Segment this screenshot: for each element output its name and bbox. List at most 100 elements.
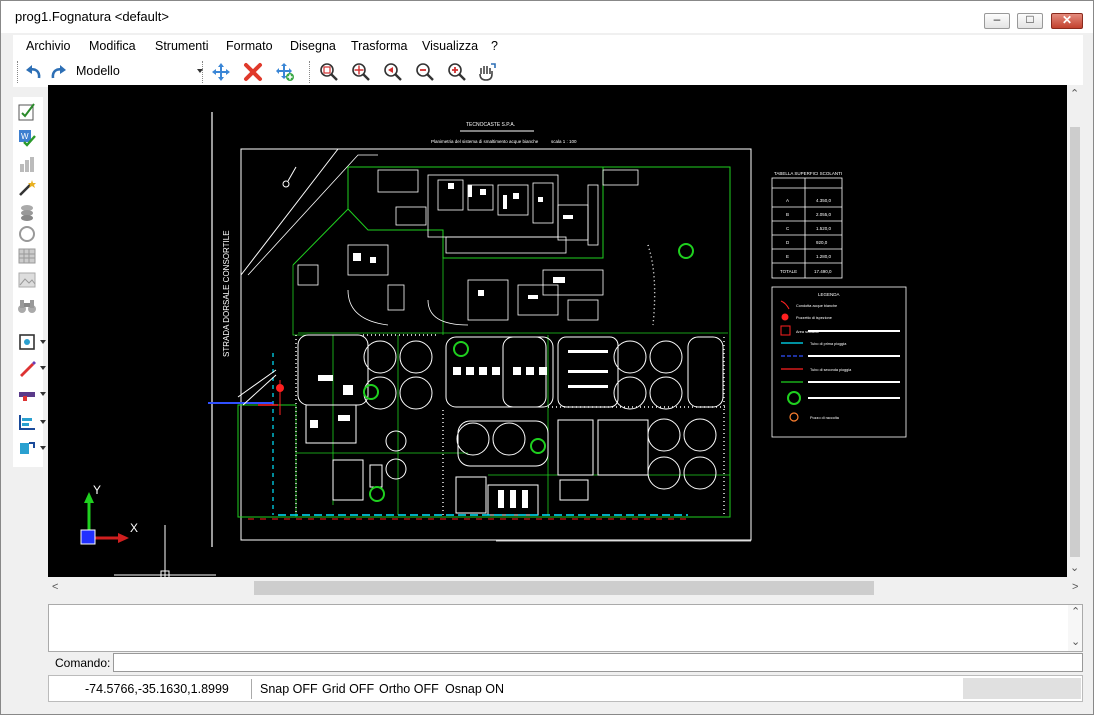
table-cell: A bbox=[786, 198, 789, 203]
minimize-icon: – bbox=[993, 12, 1001, 26]
legend-title: LEGENDA bbox=[818, 292, 840, 297]
copy-icon[interactable] bbox=[274, 61, 296, 83]
table-cell: 920,0 bbox=[816, 240, 828, 245]
legend-item: Tubo di prima pioggia bbox=[810, 342, 847, 346]
grid-icon[interactable] bbox=[16, 245, 38, 267]
drawing-company: TECNOCASTE S.P.A. bbox=[466, 122, 515, 128]
snap-icon[interactable] bbox=[16, 331, 46, 353]
zoom-in-icon[interactable] bbox=[446, 61, 468, 83]
delete-icon[interactable] bbox=[242, 61, 264, 83]
pan-icon[interactable] bbox=[476, 61, 498, 83]
svg-text:W: W bbox=[21, 132, 29, 141]
magic-wand-icon[interactable] bbox=[16, 177, 38, 199]
application-window: prog1.Fognatura <default> – □ ✕ Archivio… bbox=[0, 0, 1094, 715]
horizontal-scroll-thumb[interactable] bbox=[254, 581, 874, 595]
road-label: STRADA DORSALE CONSORTILE bbox=[222, 230, 231, 357]
scroll-right-icon[interactable]: > bbox=[1072, 581, 1078, 593]
minimize-button[interactable]: – bbox=[984, 12, 1010, 29]
space-select-value: Modello bbox=[76, 64, 120, 78]
toolbar-grip[interactable] bbox=[17, 61, 21, 83]
scroll-left-icon[interactable]: < bbox=[52, 581, 58, 593]
table-cell: D bbox=[786, 240, 790, 245]
ortho-toggle[interactable]: Ortho OFF bbox=[379, 682, 439, 696]
scroll-up-icon[interactable]: ⌃ bbox=[1070, 87, 1079, 100]
menu-formato[interactable]: Formato bbox=[226, 39, 273, 53]
zoom-window-icon[interactable] bbox=[318, 61, 340, 83]
menu-archivio[interactable]: Archivio bbox=[26, 39, 70, 53]
window-title: prog1.Fognatura <default> bbox=[15, 9, 169, 24]
ucs-y-label: Y bbox=[93, 483, 101, 497]
vertical-scroll-thumb[interactable] bbox=[1070, 127, 1080, 557]
command-history[interactable]: ⌃ ⌄ bbox=[48, 604, 1083, 652]
legend-item: Condotta acque bianche bbox=[796, 304, 837, 308]
drawing-sheet-title: Planimetria del sistema di smaltimento a… bbox=[431, 139, 539, 144]
chevron-down-icon[interactable] bbox=[40, 340, 46, 344]
horizontal-scrollbar[interactable]: < > bbox=[48, 578, 1083, 598]
maximize-icon: □ bbox=[1026, 12, 1034, 26]
maximize-button[interactable]: □ bbox=[1017, 12, 1043, 29]
status-separator bbox=[251, 679, 252, 699]
table-cell: 1.280,0 bbox=[816, 254, 832, 259]
toolbar-grip[interactable] bbox=[202, 61, 206, 83]
scroll-down-icon[interactable]: ⌄ bbox=[1070, 561, 1079, 574]
table-cell: 4.350,0 bbox=[816, 198, 832, 203]
coordinates-readout: -74.5766,-35.1630,1.8999 bbox=[85, 682, 229, 696]
table-cell: C bbox=[786, 226, 790, 231]
move-icon[interactable] bbox=[210, 61, 232, 83]
menu-disegna[interactable]: Disegna bbox=[290, 39, 336, 53]
table-cell: B bbox=[786, 212, 789, 217]
hatch-icon[interactable] bbox=[16, 437, 46, 459]
zoom-previous-icon[interactable] bbox=[382, 61, 404, 83]
ucs-x-label: X bbox=[130, 521, 138, 535]
chevron-down-icon[interactable] bbox=[40, 392, 46, 396]
table-cell: 1.520,0 bbox=[816, 226, 832, 231]
menu-help[interactable]: ? bbox=[491, 39, 498, 53]
pencil-icon[interactable] bbox=[16, 357, 46, 379]
document-check-icon[interactable]: W bbox=[16, 127, 38, 149]
close-button[interactable]: ✕ bbox=[1051, 13, 1083, 29]
command-history-scrollbar[interactable]: ⌃ ⌄ bbox=[1068, 605, 1082, 651]
zoom-out-icon[interactable] bbox=[414, 61, 436, 83]
close-icon: ✕ bbox=[1061, 13, 1073, 27]
command-label: Comando: bbox=[55, 656, 111, 670]
circle-icon[interactable] bbox=[16, 223, 38, 245]
title-bar: prog1.Fognatura <default> – □ ✕ bbox=[1, 1, 1093, 33]
chevron-down-icon[interactable] bbox=[40, 420, 46, 424]
main-toolbar: Modello bbox=[13, 57, 1083, 87]
status-bar: -74.5766,-35.1630,1.8999 Snap OFF Grid O… bbox=[48, 675, 1083, 702]
grid-toggle[interactable]: Grid OFF bbox=[322, 682, 374, 696]
legend-item: Pozzo di raccolta bbox=[810, 416, 840, 420]
space-select[interactable]: Modello bbox=[73, 61, 207, 81]
osnap-toggle[interactable]: Osnap ON bbox=[445, 682, 504, 696]
dimension-icon[interactable] bbox=[16, 411, 46, 433]
undo-icon[interactable] bbox=[23, 61, 45, 83]
toolbar-grip[interactable] bbox=[309, 61, 313, 83]
wall-icon[interactable] bbox=[16, 383, 46, 405]
table-cell: 17.490,0 bbox=[814, 269, 832, 274]
surface-table-title: TABELLA SUPERFICI SCOLANTI bbox=[774, 171, 842, 176]
menu-strumenti[interactable]: Strumenti bbox=[155, 39, 209, 53]
edit-properties-icon[interactable] bbox=[16, 101, 38, 123]
binoculars-icon[interactable] bbox=[16, 295, 38, 317]
vertical-scrollbar[interactable]: ⌃ ⌄ bbox=[1067, 85, 1083, 577]
chevron-down-icon[interactable] bbox=[40, 446, 46, 450]
menu-visualizza[interactable]: Visualizza bbox=[422, 39, 478, 53]
table-cell: 2.055,0 bbox=[816, 212, 832, 217]
scroll-down-icon[interactable]: ⌄ bbox=[1071, 635, 1080, 648]
table-cell: E bbox=[786, 254, 789, 259]
menu-trasforma[interactable]: Trasforma bbox=[351, 39, 408, 53]
drawing-scale: scala 1 : 100 bbox=[551, 139, 577, 144]
snap-toggle[interactable]: Snap OFF bbox=[260, 682, 318, 696]
menu-modifica[interactable]: Modifica bbox=[89, 39, 136, 53]
chevron-down-icon[interactable] bbox=[40, 366, 46, 370]
layers-icon[interactable] bbox=[16, 201, 38, 223]
scroll-up-icon[interactable]: ⌃ bbox=[1071, 605, 1080, 618]
chart-icon[interactable] bbox=[16, 153, 38, 175]
status-panel bbox=[963, 678, 1081, 699]
command-input[interactable] bbox=[113, 653, 1083, 672]
cad-drawing: TECNOCASTE S.P.A. Planimetria del sistem… bbox=[80, 112, 907, 577]
image-icon[interactable] bbox=[16, 269, 38, 291]
redo-icon[interactable] bbox=[47, 61, 69, 83]
drawing-canvas[interactable]: TECNOCASTE S.P.A. Planimetria del sistem… bbox=[48, 85, 1067, 577]
zoom-extents-icon[interactable] bbox=[350, 61, 372, 83]
